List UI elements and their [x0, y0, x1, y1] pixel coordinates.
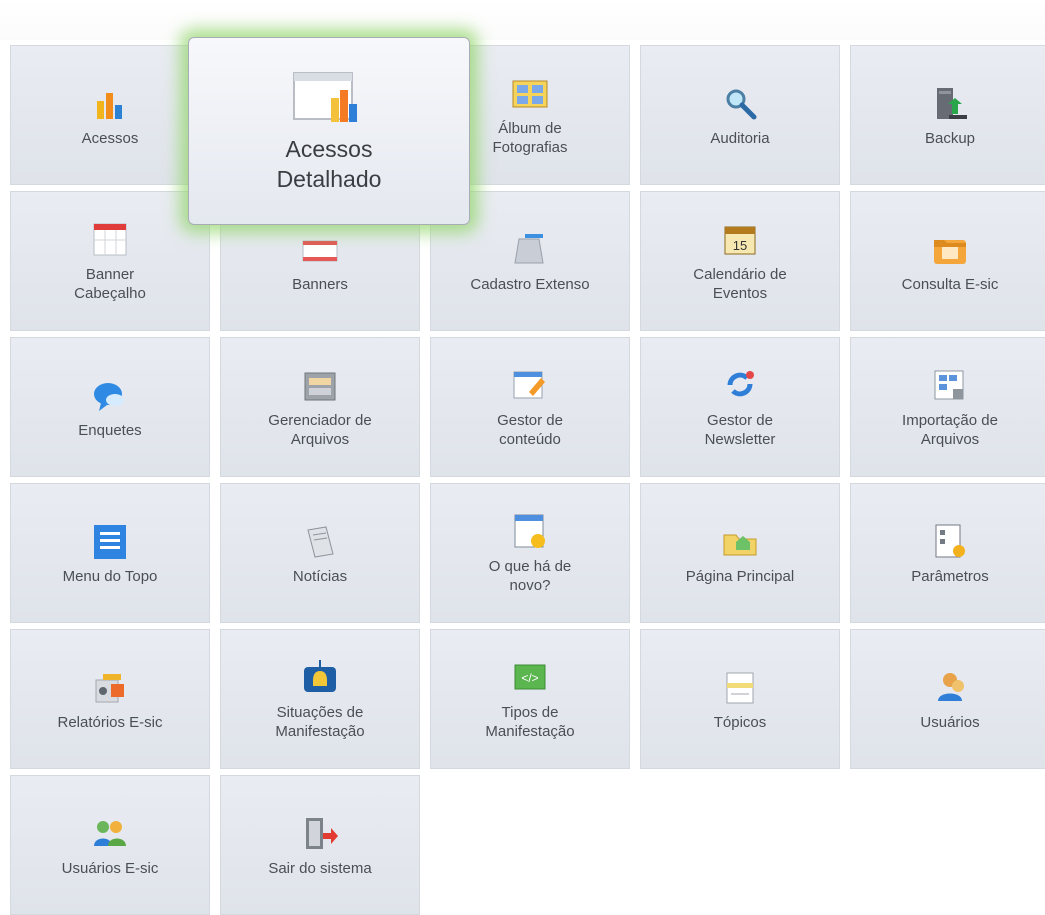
menu-tile[interactable]: Notícias [220, 483, 420, 623]
menu-tile[interactable]: 15 Calendário de Eventos [640, 191, 840, 331]
edit-content-icon [513, 371, 545, 399]
menu-tile[interactable]: Menu do Topo [10, 483, 210, 623]
menu-tile[interactable]: Sair do sistema [220, 775, 420, 915]
menu-tile[interactable]: Banner Cabeçalho [10, 191, 210, 331]
users-group-icon [94, 820, 126, 846]
news-window-icon [514, 514, 545, 548]
topic-icon [726, 672, 754, 703]
menu-tile-label: Consulta E-sic [901, 275, 999, 293]
menu-tile[interactable]: </> Tipos de Manifestação [430, 629, 630, 769]
menu-tile-label: Situações de Manifestação [275, 704, 365, 740]
menu-tile[interactable]: Backup [850, 45, 1045, 185]
menu-tile[interactable]: Gestor de conteúdo [430, 337, 630, 477]
menu-tile-label: Notícias [292, 567, 348, 585]
folder-search-icon [934, 239, 966, 264]
menu-tile-label: Usuários E-sic [61, 859, 159, 877]
menu-tile[interactable]: Página Principal [640, 483, 840, 623]
menu-tile[interactable]: Usuários [850, 629, 1045, 769]
menu-tile-label: Auditoria [710, 129, 770, 147]
calendar-icon: 15 [724, 226, 756, 255]
menu-tile[interactable]: Usuários E-sic [10, 775, 210, 915]
server-backup-icon [937, 87, 967, 119]
calendar-grid-icon [93, 223, 127, 256]
top-header-strip [0, 0, 1045, 40]
svg-text:</>: </> [521, 671, 538, 685]
newspaper-icon [307, 525, 334, 558]
menu-tile-label: Página Principal [685, 567, 795, 585]
chat-bubble-icon [94, 382, 124, 411]
menu-tile-label: Parâmetros [911, 567, 989, 585]
menu-tile-label: Gestor de conteúdo [497, 412, 563, 448]
user-icon [938, 672, 964, 701]
form-icon [514, 233, 544, 263]
menu-tile-label: Calendário de Eventos [693, 266, 787, 302]
menu-tile[interactable]: Situações de Manifestação [220, 629, 420, 769]
menu-tile-label: Importação de Arquivos [902, 412, 998, 448]
menu-tile-label: Cadastro Extenso [470, 275, 590, 293]
menu-tile[interactable]: Auditoria [640, 45, 840, 185]
report-chart-icon [293, 72, 357, 122]
bell-icon [304, 660, 336, 692]
menu-tile-grid: Acessos Acessos Detalhado Álbum de Fotogra… [10, 45, 1045, 915]
hovered-tile-acessos-detalhado[interactable]: Acessos Detalhado [188, 37, 470, 225]
menu-tile-label: Enquetes [78, 421, 142, 439]
menu-tile-label: Acessos [81, 129, 139, 147]
menu-tile[interactable]: O que há de novo? [430, 483, 630, 623]
import-icon [934, 370, 964, 400]
menu-tile-label: Gestor de Newsletter [704, 412, 776, 448]
list-icon [94, 524, 126, 559]
menu-tile-label: Tópicos [713, 713, 767, 731]
menu-tile-label: Gerenciador de Arquivos [268, 412, 372, 448]
menu-tile-label: Banner Cabeçalho [74, 266, 146, 302]
reports-icon [95, 673, 124, 702]
exit-door-icon [306, 817, 338, 849]
menu-tile[interactable]: Enquetes [10, 337, 210, 477]
menu-tile-label: Tipos de Manifestação [485, 704, 575, 740]
magnifier-icon [726, 89, 757, 119]
banner-icon [302, 240, 338, 261]
svg-text:15: 15 [733, 238, 747, 253]
menu-tile-label: Menu do Topo [62, 567, 158, 585]
menu-tile-label: Backup [924, 129, 976, 147]
code-icon: </> [514, 664, 546, 690]
menu-tile[interactable]: Acessos [10, 45, 210, 185]
menu-tile[interactable]: Consulta E-sic [850, 191, 1045, 331]
photo-album-icon [512, 80, 548, 108]
menu-tile[interactable]: Gerenciador de Arquivos [220, 337, 420, 477]
menu-tile-label: O que há de novo? [488, 558, 572, 594]
menu-tile-label: Banners [292, 275, 348, 293]
refresh-mail-icon [727, 371, 754, 397]
chart-bars-icon [97, 92, 122, 119]
file-cabinet-icon [304, 372, 336, 401]
menu-tile[interactable]: Relatórios E-sic [10, 629, 210, 769]
menu-tile-label: Sair do sistema [268, 859, 372, 877]
menu-tile[interactable]: Importação de Arquivos [850, 337, 1045, 477]
menu-tile-label: Relatórios E-sic [57, 713, 163, 731]
menu-tile-label: Álbum de Fotografias [492, 120, 568, 156]
menu-tile[interactable]: Tópicos [640, 629, 840, 769]
menu-tile[interactable]: Gestor de Newsletter [640, 337, 840, 477]
settings-document-icon [935, 524, 965, 557]
menu-tile-label: Usuários [920, 713, 980, 731]
hovered-tile-label: Acessos Detalhado [276, 136, 382, 192]
menu-tile[interactable]: Parâmetros [850, 483, 1045, 623]
home-folder-icon [723, 534, 757, 555]
